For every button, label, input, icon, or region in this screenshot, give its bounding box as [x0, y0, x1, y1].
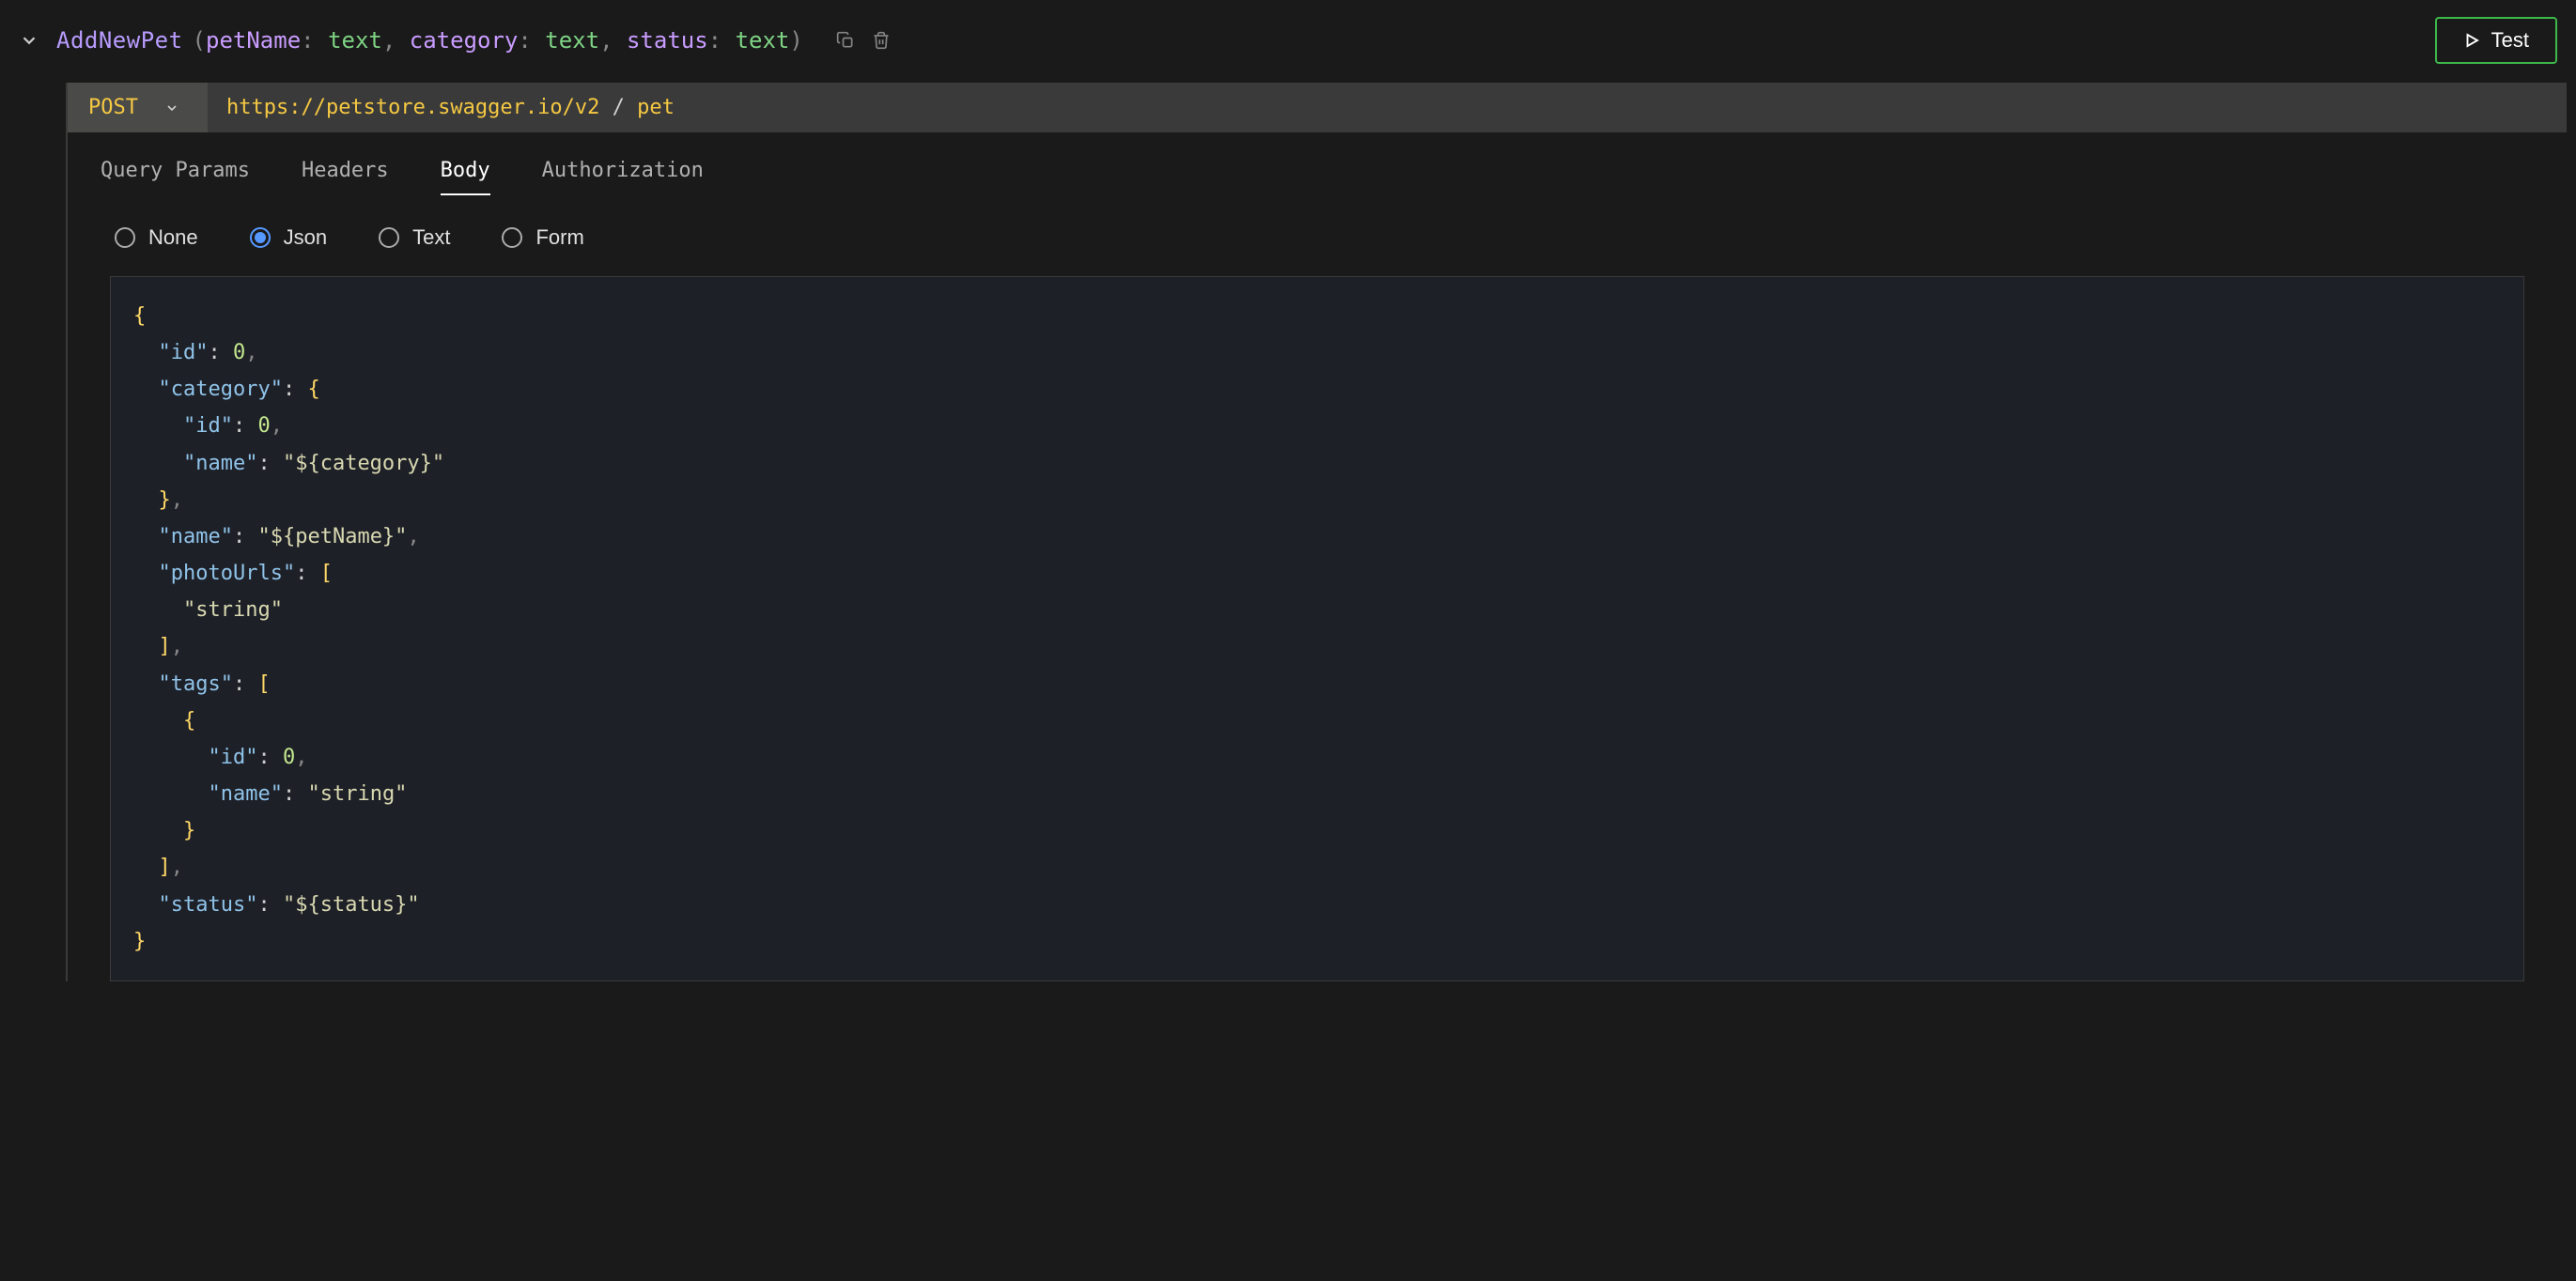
- api-name: AddNewPet: [56, 27, 183, 54]
- test-button-label: Test: [2491, 28, 2529, 53]
- delete-icon[interactable]: [872, 31, 891, 50]
- tab-authorization[interactable]: Authorization: [542, 159, 704, 195]
- radio-circle-selected-icon: [250, 227, 271, 248]
- radio-form-label: Form: [535, 225, 583, 250]
- radio-json[interactable]: Json: [250, 225, 327, 250]
- tab-body[interactable]: Body: [441, 159, 490, 195]
- body-type-radios: None Json Text Form: [68, 195, 2567, 276]
- api-signature: (petName: text, category: text, status: …: [193, 27, 803, 54]
- radio-circle-icon: [379, 227, 399, 248]
- test-button[interactable]: Test: [2435, 17, 2557, 64]
- http-method-select[interactable]: POST: [68, 83, 208, 132]
- chevron-down-icon: [164, 100, 179, 116]
- radio-circle-icon: [502, 227, 522, 248]
- radio-none[interactable]: None: [115, 225, 198, 250]
- request-bar: POST https://petstore.swagger.io/v2 / pe…: [68, 83, 2567, 132]
- tab-query-params[interactable]: Query Params: [101, 159, 250, 195]
- tab-headers[interactable]: Headers: [302, 159, 389, 195]
- radio-form[interactable]: Form: [502, 225, 583, 250]
- radio-text-label: Text: [412, 225, 450, 250]
- chevron-down-icon: [19, 30, 39, 51]
- radio-text[interactable]: Text: [379, 225, 450, 250]
- radio-circle-icon: [115, 227, 135, 248]
- json-body-editor[interactable]: { "id": 0, "category": { "id": 0, "name"…: [110, 276, 2524, 981]
- play-icon: [2463, 32, 2480, 49]
- url-input[interactable]: https://petstore.swagger.io/v2 / pet: [208, 83, 2567, 132]
- request-tabs: Query Params Headers Body Authorization: [68, 132, 2567, 195]
- radio-json-label: Json: [284, 225, 327, 250]
- collapse-toggle[interactable]: [19, 30, 39, 51]
- copy-icon[interactable]: [836, 31, 855, 50]
- api-header: AddNewPet (petName: text, category: text…: [9, 17, 2567, 83]
- radio-none-label: None: [148, 225, 198, 250]
- http-method-label: POST: [88, 96, 138, 119]
